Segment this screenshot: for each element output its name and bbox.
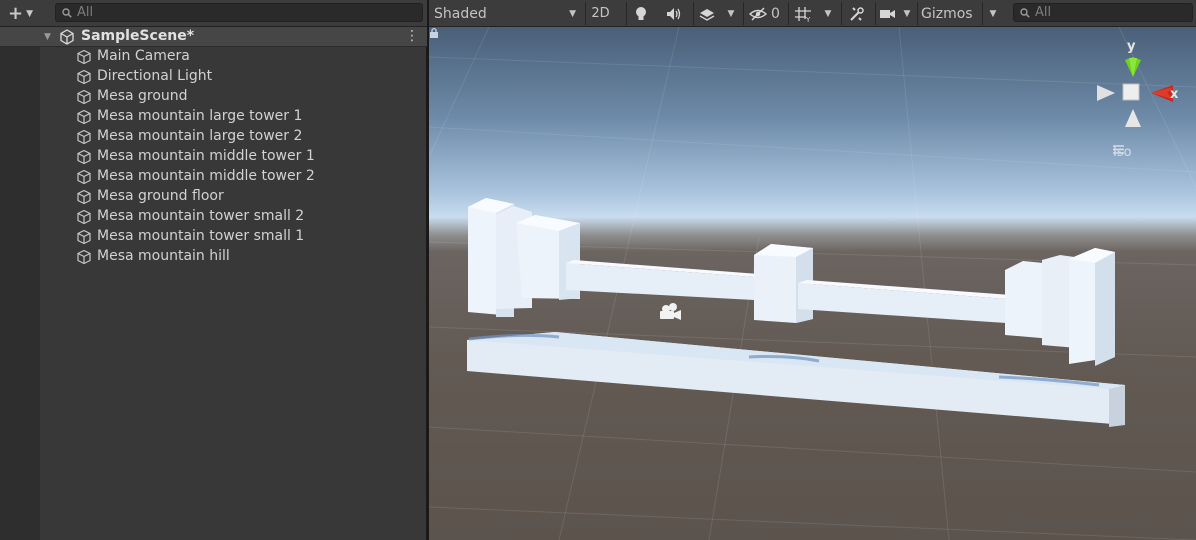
hierarchy-item[interactable]: Main Camera [40, 47, 426, 67]
lighting-toggle-button[interactable] [626, 2, 655, 25]
search-placeholder: All [1035, 5, 1052, 20]
search-placeholder: All [77, 5, 94, 20]
scene-toolbar: Shaded ▼ 2D ▼ 0 Y ▼ ▼ Gizmos ▼ All [429, 0, 1196, 27]
scene-header-row[interactable]: ▼ SampleScene* ⋮ [0, 27, 427, 47]
gameobject-cube-icon [76, 169, 92, 189]
hierarchy-item[interactable]: Mesa ground [40, 87, 426, 107]
hidden-count: 0 [771, 5, 780, 22]
hidden-objects-toggle-button[interactable]: 0 [743, 2, 785, 25]
2d-label: 2D [591, 6, 610, 21]
2d-toggle-button[interactable]: 2D [585, 2, 615, 25]
menu-lines-icon [1113, 145, 1124, 154]
hierarchy-panel: + ▼ All ▼ SampleScene* ⋮ Main Camera Dire… [0, 0, 427, 540]
hierarchy-item[interactable]: Mesa mountain hill [40, 247, 426, 267]
wrench-icon [849, 6, 864, 21]
chevron-down-icon: ▼ [989, 8, 997, 19]
gizmos-button[interactable]: Gizmos [917, 2, 977, 25]
foldout-arrow-icon[interactable]: ▼ [44, 32, 51, 42]
camera-settings-dropdown[interactable]: ▼ [900, 2, 914, 25]
shading-mode-label: Shaded [434, 5, 487, 22]
hierarchy-item[interactable]: Mesa mountain large tower 2 [40, 127, 426, 147]
gizmos-label: Gizmos [921, 5, 973, 22]
hierarchy-item[interactable]: Mesa ground floor [40, 187, 426, 207]
plus-icon: + [8, 2, 24, 24]
chevron-down-icon: ▼ [569, 8, 576, 19]
gameobject-cube-icon [76, 229, 92, 249]
mesa-ground-floor-mesh[interactable] [467, 332, 1125, 427]
hierarchy-item-label: Mesa mountain tower small 2 [97, 208, 305, 224]
hierarchy-item-label: Mesa ground [97, 88, 188, 104]
effects-dropdown-button[interactable]: ▼ [723, 2, 739, 25]
hierarchy-item-label: Mesa mountain middle tower 2 [97, 168, 315, 184]
scene-search-input[interactable]: All [1013, 3, 1193, 22]
hierarchy-item[interactable]: Mesa mountain tower small 2 [40, 207, 426, 227]
hierarchy-item-label: Mesa mountain middle tower 1 [97, 148, 315, 164]
shading-mode-dropdown[interactable]: Shaded ▼ [429, 2, 580, 25]
gameobject-cube-icon [76, 189, 92, 209]
lock-icon[interactable] [429, 27, 439, 38]
scene-viewport[interactable]: y x Iso [429, 27, 1196, 540]
mesa-mountain-middle-tower-mesh[interactable] [566, 260, 759, 300]
gizmos-dropdown-button[interactable]: ▼ [982, 2, 1003, 25]
layers-effects-icon [699, 8, 714, 21]
gameobject-cube-icon [76, 209, 92, 229]
chevron-down-icon: ▼ [903, 8, 911, 19]
hierarchy-toolbar: + ▼ All [0, 0, 427, 27]
more-options-icon[interactable]: ⋮ [405, 28, 419, 46]
gameobject-cube-icon [76, 109, 92, 129]
gameobject-cube-icon [76, 69, 92, 89]
hierarchy-item-label: Mesa mountain tower small 1 [97, 228, 305, 244]
gameobject-cube-icon [76, 149, 92, 169]
camera-gizmo-icon[interactable] [660, 303, 681, 320]
hierarchy-item-label: Mesa ground floor [97, 188, 224, 204]
gameobject-cube-icon [76, 89, 92, 109]
chevron-down-icon: ▼ [26, 8, 34, 19]
hierarchy-item-label: Mesa mountain hill [97, 248, 230, 264]
hierarchy-gutter [0, 27, 40, 540]
hierarchy-item[interactable]: Mesa mountain middle tower 2 [40, 167, 426, 187]
hierarchy-item[interactable]: Mesa mountain tower small 1 [40, 227, 426, 247]
gameobject-cube-icon [76, 129, 92, 149]
projection-toggle[interactable]: Iso [1113, 145, 1132, 160]
axis-y-label: y [1127, 39, 1136, 54]
video-camera-icon [880, 9, 895, 18]
eye-slash-icon [749, 6, 768, 21]
scene-name: SampleScene* [81, 28, 195, 44]
hierarchy-item-label: Main Camera [97, 48, 190, 64]
hierarchy-item-label: Mesa mountain large tower 2 [97, 128, 303, 144]
create-dropdown-button[interactable]: + ▼ [4, 4, 42, 23]
chevron-down-icon: ▼ [727, 8, 735, 19]
axis-x-label: x [1170, 87, 1179, 102]
audio-toggle-button[interactable] [659, 2, 689, 25]
mesa-mountain-middle-tower-2-mesh[interactable] [798, 280, 1011, 323]
lightbulb-icon [636, 6, 646, 20]
hierarchy-item-label: Directional Light [97, 68, 213, 84]
grid-toggle-button[interactable]: Y [788, 2, 816, 25]
search-icon [1020, 7, 1030, 18]
hierarchy-item[interactable]: Mesa mountain large tower 1 [40, 107, 426, 127]
unity-scene-icon [59, 29, 75, 49]
mesa-mountain-tower-small-2-mesh[interactable] [1005, 248, 1115, 366]
search-icon [62, 7, 72, 18]
mesa-mountain-large-tower-mesh[interactable] [468, 198, 580, 317]
grid-dropdown-button[interactable]: ▼ [820, 2, 836, 25]
svg-text:Y: Y [805, 16, 811, 22]
camera-settings-button[interactable] [875, 2, 899, 25]
hierarchy-item-label: Mesa mountain large tower 1 [97, 108, 303, 124]
chevron-down-icon: ▼ [824, 8, 832, 19]
scene-view-panel: Shaded ▼ 2D ▼ 0 Y ▼ ▼ Gizmos ▼ All y x I… [429, 0, 1196, 540]
scene-render: y x [429, 27, 1196, 540]
gameobject-cube-icon [76, 249, 92, 269]
tools-button[interactable] [841, 2, 871, 25]
speaker-icon [667, 7, 681, 20]
grid-icon: Y [794, 6, 811, 22]
hierarchy-item[interactable]: Mesa mountain middle tower 1 [40, 147, 426, 167]
gameobject-cube-icon [76, 49, 92, 69]
hierarchy-search-input[interactable]: All [55, 3, 423, 22]
effects-toggle-button[interactable] [693, 2, 719, 25]
hierarchy-item[interactable]: Directional Light [40, 67, 426, 87]
